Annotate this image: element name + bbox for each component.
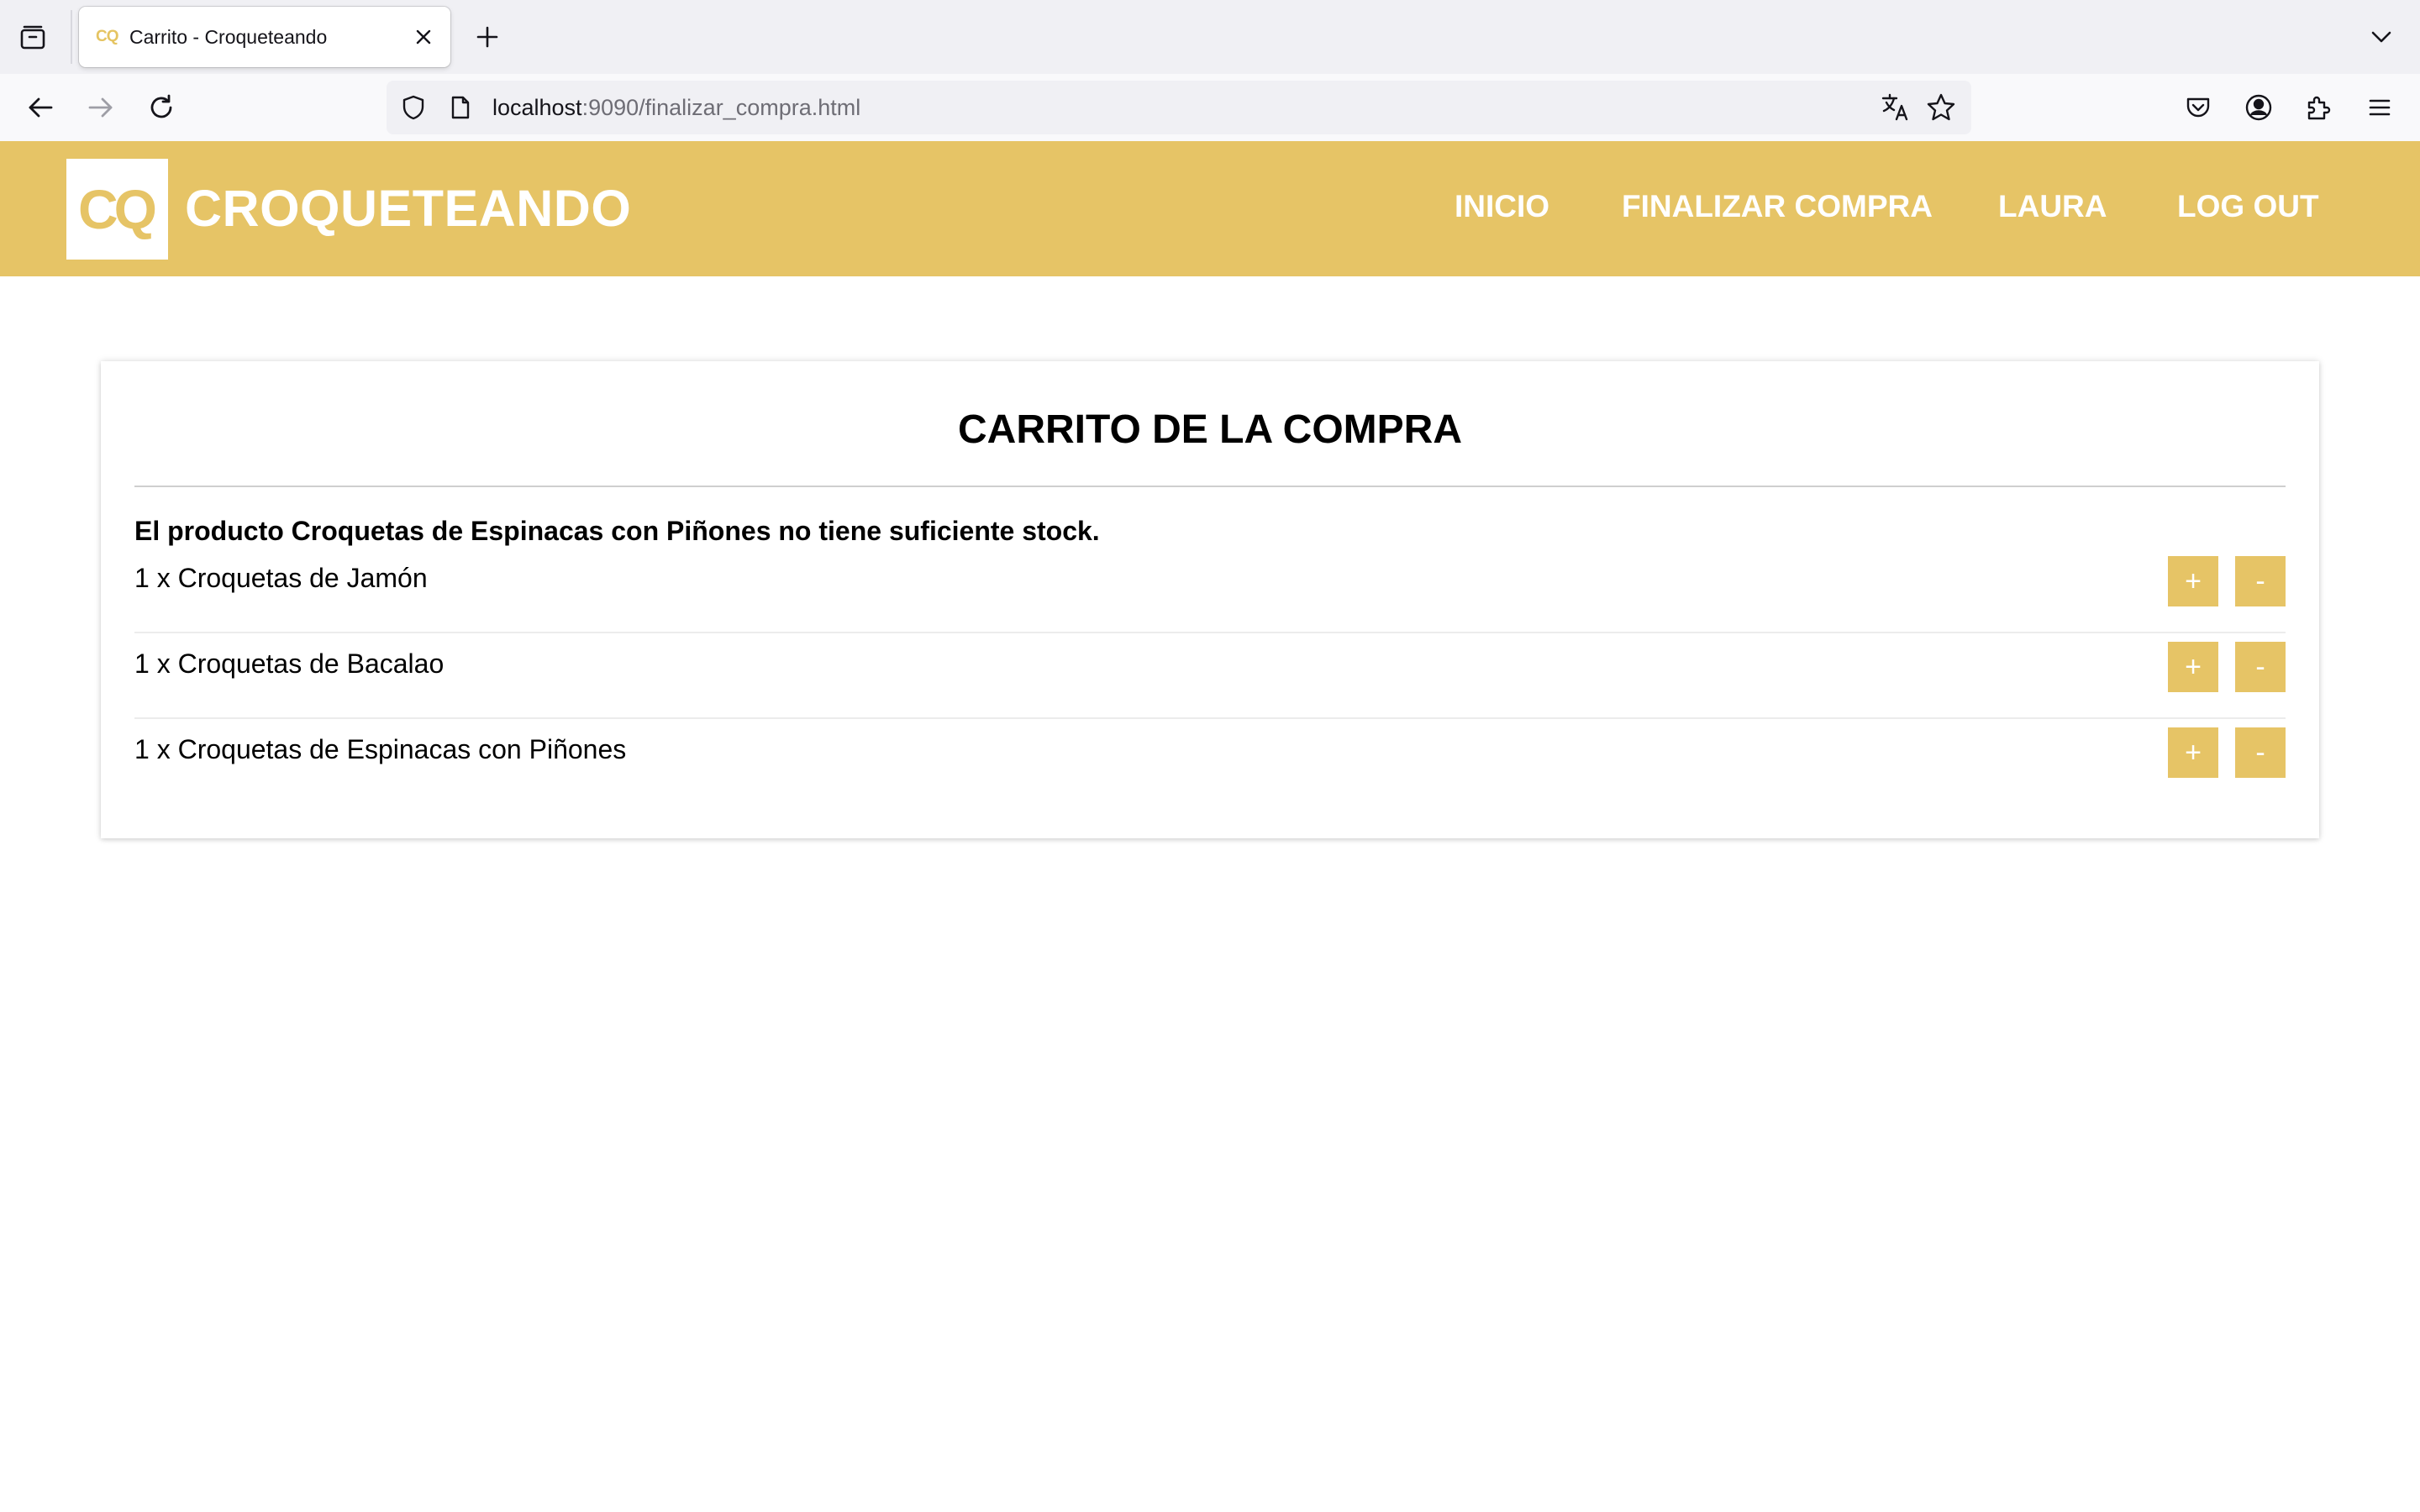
arrow-left-icon[interactable] xyxy=(20,87,60,128)
cart-item: 1 x Croquetas de Espinacas con Piñones +… xyxy=(134,719,2286,805)
nav-link-finalizar-compra[interactable]: FINALIZAR COMPRA xyxy=(1622,188,1933,225)
account-icon[interactable] xyxy=(2238,87,2279,128)
increase-quantity-button[interactable]: + xyxy=(2168,642,2218,692)
url-path: :9090/finalizar_compra.html xyxy=(581,95,861,120)
site-header: CQ CROQUETEANDO INICIO FINALIZAR COMPRA … xyxy=(0,141,2420,276)
reload-icon[interactable] xyxy=(141,87,182,128)
nav-link-inicio[interactable]: INICIO xyxy=(1455,188,1549,225)
hamburger-menu-icon[interactable] xyxy=(2360,87,2400,128)
decrease-quantity-button[interactable]: - xyxy=(2235,556,2286,606)
browser-nav-bar: localhost:9090/finalizar_compra.html xyxy=(0,74,2420,141)
stock-warning-message: El producto Croquetas de Espinacas con P… xyxy=(134,516,1100,546)
cart-item: 1 x Croquetas de Jamón + - xyxy=(134,548,2286,633)
chevron-down-icon[interactable] xyxy=(2365,20,2398,54)
decrease-quantity-button[interactable]: - xyxy=(2235,642,2286,692)
cart-item: 1 x Croquetas de Bacalao + - xyxy=(134,633,2286,719)
url-host: localhost xyxy=(492,95,582,120)
page-icon[interactable] xyxy=(445,92,476,123)
url-bar[interactable]: localhost:9090/finalizar_compra.html xyxy=(387,81,1971,134)
increase-quantity-button[interactable]: + xyxy=(2168,727,2218,778)
translate-icon[interactable] xyxy=(1879,91,1912,124)
logo-text: CQ xyxy=(78,178,157,240)
close-icon[interactable] xyxy=(410,24,437,50)
star-icon[interactable] xyxy=(1924,91,1958,124)
puzzle-icon[interactable] xyxy=(2299,87,2339,128)
cart-item-label: 1 x Croquetas de Jamón xyxy=(134,563,428,593)
decrease-quantity-button[interactable]: - xyxy=(2235,727,2286,778)
tab-divider xyxy=(71,10,72,64)
browser-tab-bar: CQ Carrito - Croqueteando xyxy=(0,0,2420,74)
pocket-icon[interactable] xyxy=(2178,87,2218,128)
nav-link-logout[interactable]: LOG OUT xyxy=(2177,188,2319,225)
tab-manager-icon[interactable] xyxy=(15,20,50,55)
site-name[interactable]: CROQUETEANDO xyxy=(185,179,631,238)
logo[interactable]: CQ xyxy=(66,159,168,260)
nav-link-user[interactable]: LAURA xyxy=(1998,188,2107,225)
cart-title: CARRITO DE LA COMPRA xyxy=(958,407,1462,452)
favicon: CQ xyxy=(96,28,118,45)
cart-card: CARRITO DE LA COMPRA El producto Croquet… xyxy=(101,361,2319,838)
tab-title: Carrito - Croqueteando xyxy=(129,26,328,48)
increase-quantity-button[interactable]: + xyxy=(2168,556,2218,606)
cart-item-label: 1 x Croquetas de Espinacas con Piñones xyxy=(134,734,627,764)
url-text[interactable]: localhost:9090/finalizar_compra.html xyxy=(492,95,860,120)
arrow-right-icon[interactable] xyxy=(81,87,121,128)
plus-icon[interactable] xyxy=(471,20,504,54)
browser-tab-active[interactable]: CQ Carrito - Croqueteando xyxy=(79,7,450,67)
cart-item-label: 1 x Croquetas de Bacalao xyxy=(134,648,445,679)
shield-icon[interactable] xyxy=(398,92,429,123)
divider xyxy=(134,486,2286,487)
